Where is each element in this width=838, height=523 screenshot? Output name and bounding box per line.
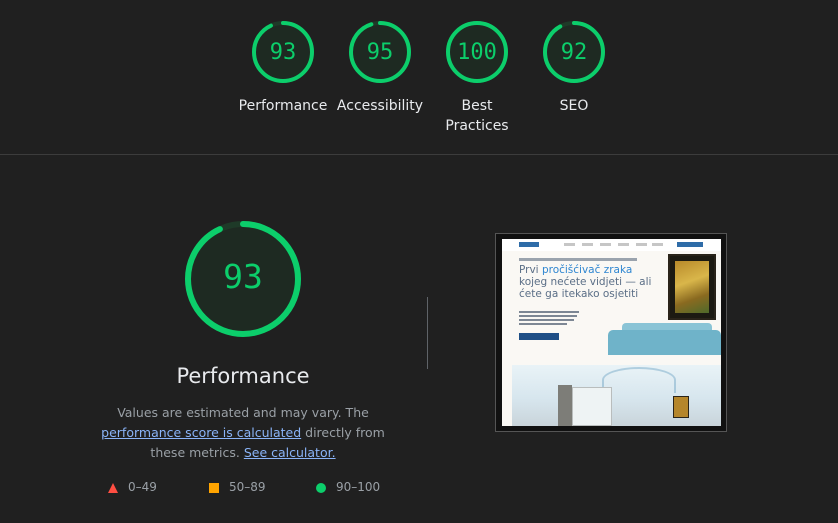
screenshot-cta-button [519,333,559,340]
legend-average-label: 50–89 [229,480,266,494]
screenshot-logo [519,242,539,247]
red-triangle-icon [108,482,118,493]
page-screenshot-thumbnail[interactable]: Prvi pročišćivač zraka kojeg nećete vidj… [495,233,727,432]
gauge-performance[interactable]: 93 Performance [233,20,333,116]
main-performance-gauge: 93 [183,219,303,339]
legend-fail-label: 0–49 [128,480,157,494]
screenshot-nav-link [600,243,611,246]
green-circle-icon [316,482,326,493]
screenshot-sofa [608,330,721,355]
screenshot-headline: Prvi pročišćivač zraka kojeg nećete vidj… [519,264,659,300]
screenshot-body-text [519,319,574,321]
screenshot-window [572,387,612,426]
screenshot-page: Prvi pročišćivač zraka kojeg nećete vidj… [502,239,721,426]
gauge-accessibility[interactable]: 95 Accessibility [330,20,430,116]
legend-pass: 90–100 [316,480,380,494]
screenshot-painting-art [675,261,709,313]
screenshot-nav-link [636,243,647,246]
score-description: Values are estimated and may vary. The p… [88,403,398,463]
gauge-best-practices[interactable]: 100 Best Practices [427,20,527,136]
screenshot-headline-accent: pročišćivač zraka [541,264,633,276]
category-scores-bar: 93 Performance 95 Accessibility 100 Best… [0,0,838,155]
legend-pass-label: 90–100 [336,480,381,494]
label-accessibility: Accessibility [336,98,424,114]
screenshot-kicker-text [519,258,637,261]
screenshot-nav-link [618,243,629,246]
screenshot-airflow [602,367,676,393]
label-best-practices: Best Practices [445,98,509,134]
screenshot-body-text [519,315,577,317]
screenshot-body-text [519,311,579,313]
screenshot-nav-link [582,243,593,246]
main-title: Performance [176,364,310,388]
label-seo: SEO [559,98,589,114]
gauge-seo[interactable]: 92 SEO [524,20,624,116]
screenshot-headline-pre: Prvi [519,264,542,276]
label-performance: Performance [238,98,328,114]
orange-square-icon [209,482,219,493]
legend-fail: 0–49 [108,480,157,494]
screenshot-nav-link [652,243,663,246]
see-calculator-link[interactable]: See calculator. [244,445,336,460]
desc-prefix: Values are estimated and may vary. The [117,405,369,420]
score-seo: 92 [560,40,588,65]
screenshot-painting [668,254,716,320]
main-score: 93 [223,257,263,296]
screenshot-nav [502,239,721,251]
screenshot-nav-button [677,242,703,247]
performance-score-link[interactable]: performance score is calculated [101,425,301,440]
legend-average: 50–89 [209,480,266,494]
screenshot-headline-post: kojeg nećete vidjeti — ali ćete ga iteka… [519,276,652,300]
screenshot-room-painting [673,396,689,418]
score-performance: 93 [269,40,297,65]
score-accessibility: 95 [366,40,394,65]
screenshot-nav-link [564,243,575,246]
screenshot-body-text [519,323,567,325]
score-best-practices: 100 [457,40,497,65]
vertical-divider [427,297,428,369]
screenshot-curtain [558,385,572,426]
